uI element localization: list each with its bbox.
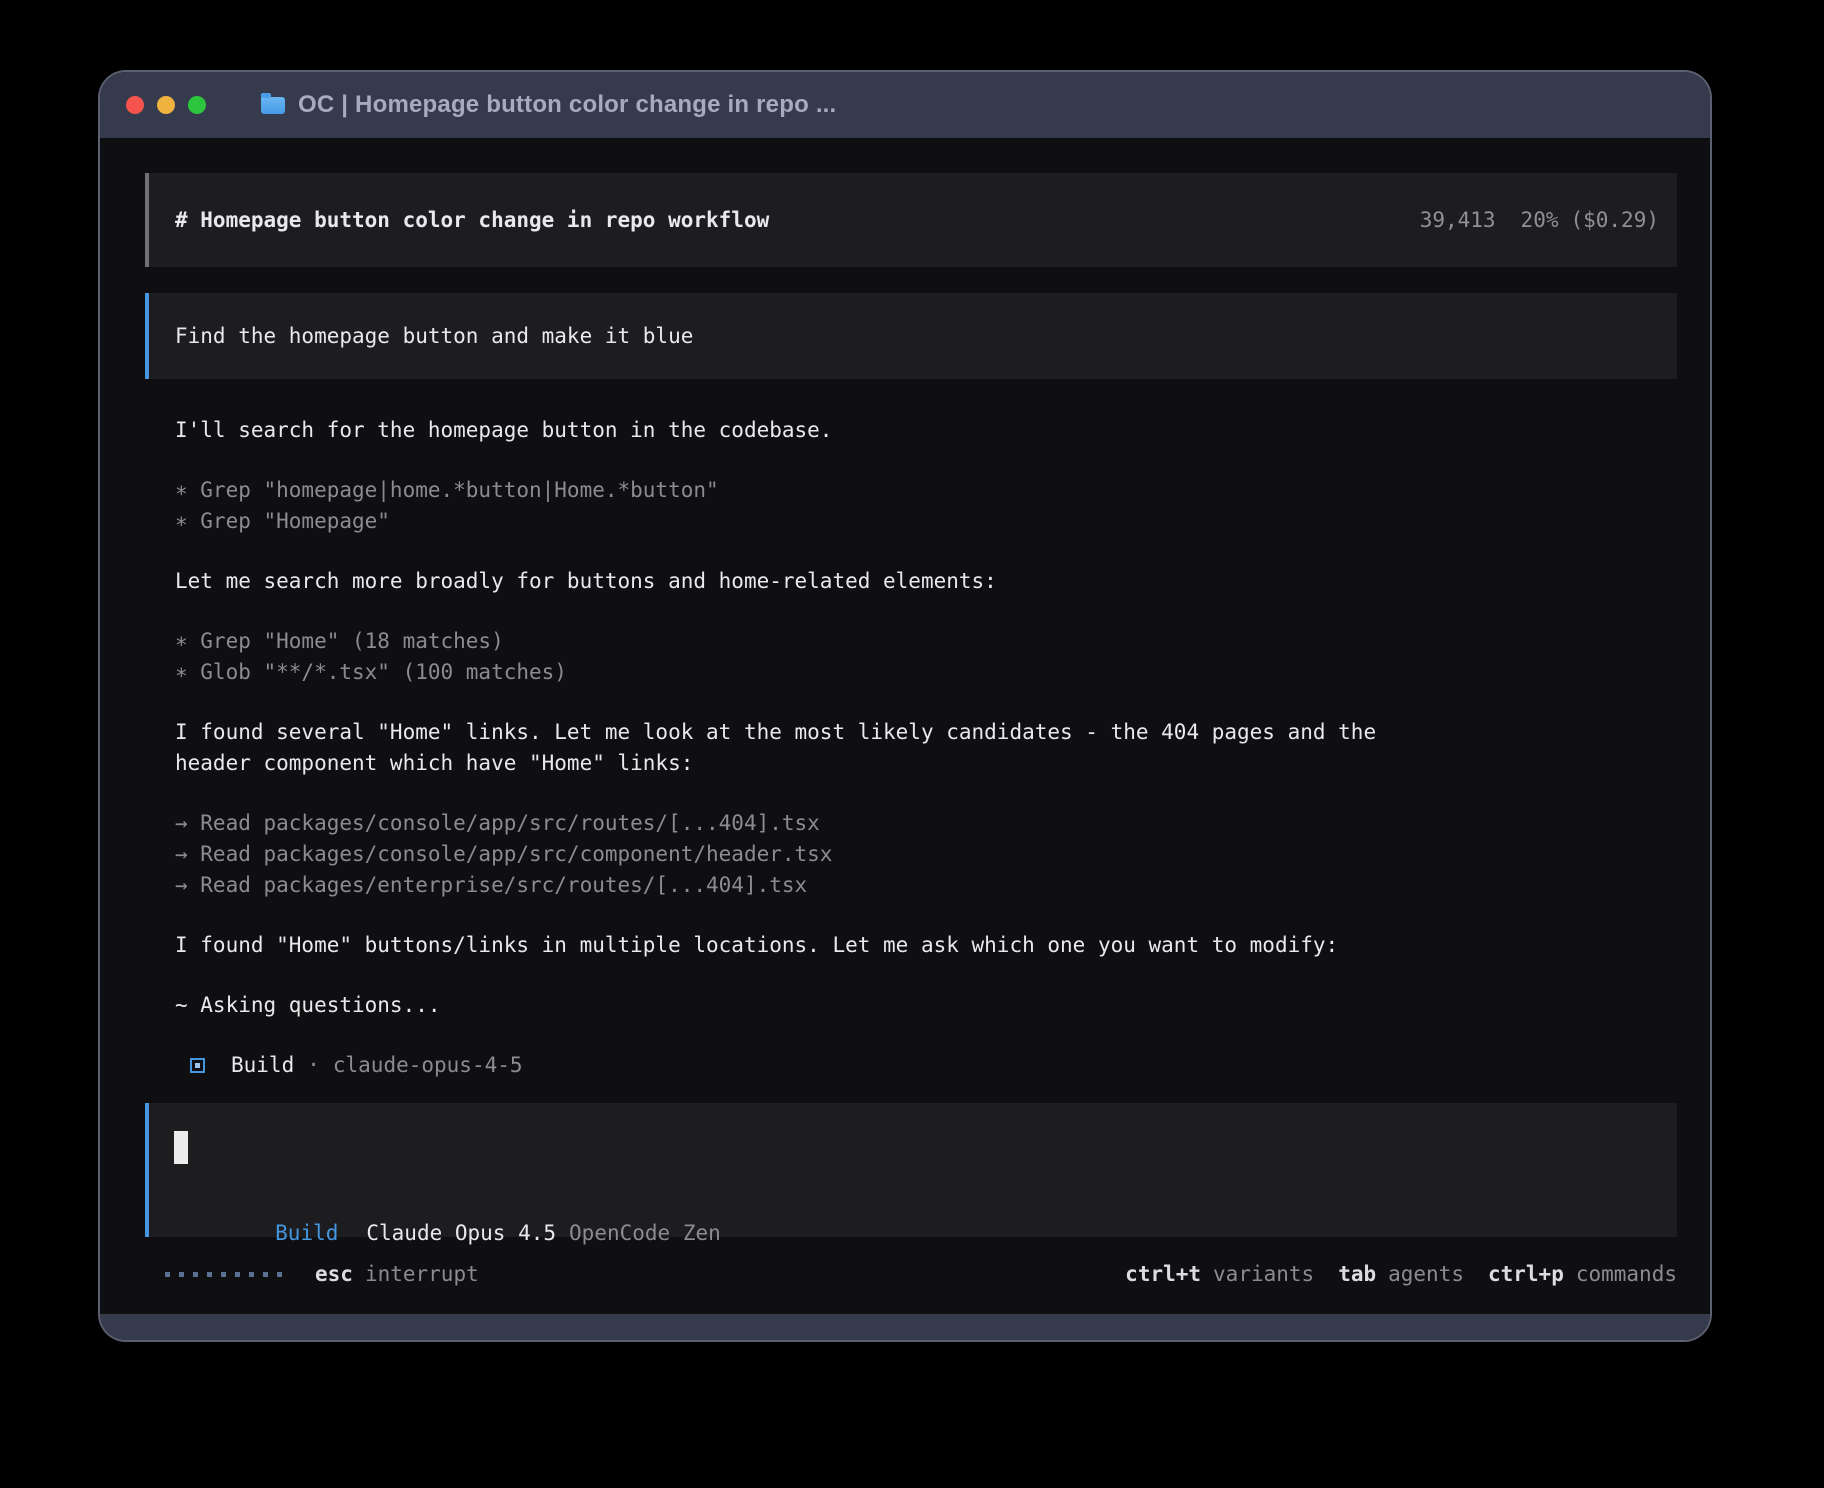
transcript: I'll search for the homepage button in t… [145, 415, 1677, 1081]
tool-call-glob: ∗ Glob "**/*.tsx" (100 matches) [175, 657, 1677, 688]
session-stats: 39,413 20% ($0.29) [1319, 184, 1659, 256]
zoom-button[interactable] [188, 96, 206, 114]
dot-separator: · [307, 1050, 320, 1081]
tool-call-grep: ∗ Grep "homepage|home.*button|Home.*butt… [175, 475, 1677, 506]
context-percent: 20% [1521, 208, 1559, 232]
agent-model-id: claude-opus-4-5 [333, 1050, 523, 1081]
status-bar: esc interrupt ctrl+t variants tab agents… [145, 1259, 1677, 1290]
spinner-dot [235, 1272, 240, 1277]
minimize-button[interactable] [157, 96, 175, 114]
tool-call-read: → Read packages/enterprise/src/routes/[.… [175, 870, 1677, 901]
spinner-dot [165, 1272, 170, 1277]
editor-model-label: Claude Opus 4.5 [366, 1221, 556, 1245]
window-controls [126, 96, 219, 114]
esc-key: esc [315, 1259, 353, 1290]
spinner-dot [179, 1272, 184, 1277]
spinner-dot [277, 1272, 282, 1277]
hint-key-commands: ctrl+p [1488, 1259, 1564, 1290]
hint-label-variants: variants [1213, 1259, 1314, 1290]
terminal-content: # Homepage button color change in repo w… [100, 138, 1710, 1314]
hint-key-agents: tab [1338, 1259, 1376, 1290]
close-button[interactable] [126, 96, 144, 114]
assistant-text: I found several "Home" links. Let me loo… [175, 717, 1677, 748]
hint-label-agents: agents [1388, 1259, 1464, 1290]
tool-call-grep: ∗ Grep "Home" (18 matches) [175, 626, 1677, 657]
asking-questions-status: ~ Asking questions... [175, 990, 1677, 1021]
editor-meta: BuildClaude Opus 4.5OpenCode Zen [174, 1200, 1677, 1222]
spinner-dot [207, 1272, 212, 1277]
user-message-text: Find the homepage button and make it blu… [175, 324, 693, 348]
agent-status-line: Build · claude-opus-4-5 [175, 1050, 1677, 1081]
build-agent-icon [190, 1058, 205, 1073]
provider-label: OpenCode Zen [569, 1221, 721, 1245]
assistant-text: I'll search for the homepage button in t… [175, 415, 1677, 446]
assistant-text: Let me search more broadly for buttons a… [175, 566, 1677, 597]
session-header: # Homepage button color change in repo w… [145, 173, 1677, 267]
session-cost: ($0.29) [1570, 208, 1659, 232]
hint-key-variants: ctrl+t [1125, 1259, 1201, 1290]
text-cursor [174, 1131, 188, 1164]
session-title: # Homepage button color change in repo w… [175, 208, 769, 232]
spinner-dots [165, 1272, 291, 1277]
prompt-input[interactable]: BuildClaude Opus 4.5OpenCode Zen [145, 1103, 1677, 1237]
tool-call-grep: ∗ Grep "Homepage" [175, 506, 1677, 537]
mode-label: Build [275, 1221, 338, 1245]
spinner-dot [249, 1272, 254, 1277]
user-message: Find the homepage button and make it blu… [145, 293, 1677, 379]
window-title: OC | Homepage button color change in rep… [298, 91, 836, 119]
folder-icon [261, 97, 285, 114]
token-count: 39,413 [1420, 208, 1496, 232]
window-bottom-edge [100, 1314, 1710, 1340]
agent-name: Build [231, 1050, 294, 1081]
status-bar-right: ctrl+t variants tab agents ctrl+p comman… [1125, 1259, 1677, 1290]
spinner-dot [263, 1272, 268, 1277]
esc-label: interrupt [365, 1259, 479, 1290]
spinner-dot [193, 1272, 198, 1277]
terminal-window: OC | Homepage button color change in rep… [100, 72, 1710, 1340]
tool-call-read: → Read packages/console/app/src/routes/[… [175, 808, 1677, 839]
tool-call-read: → Read packages/console/app/src/componen… [175, 839, 1677, 870]
hint-label-commands: commands [1576, 1259, 1677, 1290]
assistant-text: header component which have "Home" links… [175, 748, 1677, 779]
status-bar-left: esc interrupt [165, 1259, 479, 1290]
titlebar[interactable]: OC | Homepage button color change in rep… [100, 72, 1710, 138]
spinner-dot [221, 1272, 226, 1277]
assistant-text: I found "Home" buttons/links in multiple… [175, 930, 1677, 961]
